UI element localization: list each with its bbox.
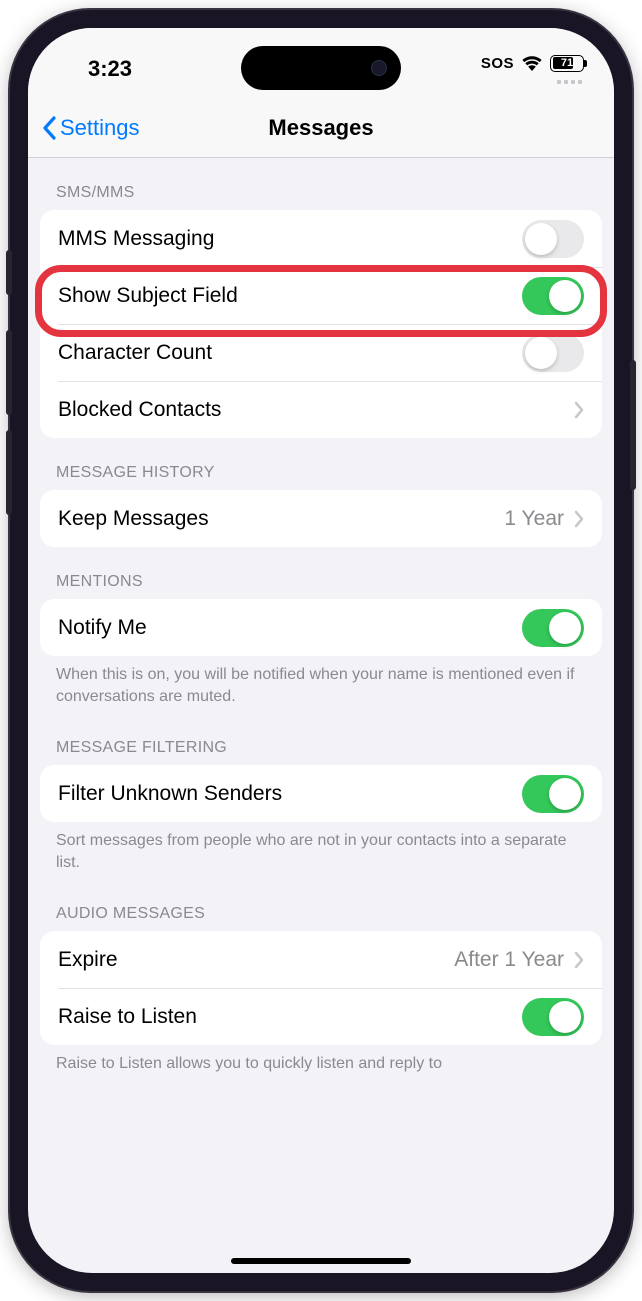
toggle-notify-me[interactable]	[522, 609, 584, 647]
list-sms: MMS Messaging Show Subject Field Charact…	[40, 210, 602, 438]
row-label: Keep Messages	[58, 507, 209, 531]
row-label: Notify Me	[58, 616, 147, 640]
toggle-character-count[interactable]	[522, 334, 584, 372]
dynamic-island	[241, 46, 401, 90]
row-raise-to-listen[interactable]: Raise to Listen	[40, 988, 602, 1045]
battery-icon: 71	[550, 55, 584, 72]
chevron-left-icon	[42, 116, 56, 140]
back-label: Settings	[60, 115, 140, 141]
sos-indicator: SOS	[481, 55, 514, 72]
list-filtering: Filter Unknown Senders	[40, 765, 602, 822]
home-indicator[interactable]	[231, 1258, 411, 1264]
row-label: Character Count	[58, 341, 212, 365]
volume-up-button	[6, 330, 12, 415]
battery-percent: 71	[561, 57, 573, 69]
mute-switch	[6, 250, 12, 295]
section-footer-audio: Raise to Listen allows you to quickly li…	[28, 1045, 614, 1081]
row-label: MMS Messaging	[58, 227, 214, 251]
section-header-audio: AUDIO MESSAGES	[28, 879, 614, 931]
section-header-mentions: MENTIONS	[28, 547, 614, 599]
section-header-history: MESSAGE HISTORY	[28, 438, 614, 490]
back-button[interactable]: Settings	[42, 115, 140, 141]
status-time: 3:23	[88, 56, 132, 82]
screen: 3:23 SOS 71	[28, 28, 614, 1273]
chevron-right-icon	[574, 401, 584, 419]
row-filter-unknown-senders[interactable]: Filter Unknown Senders	[40, 765, 602, 822]
row-keep-messages[interactable]: Keep Messages 1 Year	[40, 490, 602, 547]
section-footer-mentions: When this is on, you will be notified wh…	[28, 656, 614, 713]
row-character-count[interactable]: Character Count	[40, 324, 602, 381]
row-label: Show Subject Field	[58, 284, 238, 308]
section-header-filtering: MESSAGE FILTERING	[28, 713, 614, 765]
wifi-icon	[521, 55, 543, 71]
toggle-show-subject-field[interactable]	[522, 277, 584, 315]
row-show-subject-field[interactable]: Show Subject Field	[40, 267, 602, 324]
row-blocked-contacts[interactable]: Blocked Contacts	[40, 381, 602, 438]
row-mms-messaging[interactable]: MMS Messaging	[40, 210, 602, 267]
phone-frame: 3:23 SOS 71	[10, 10, 632, 1291]
row-label: Filter Unknown Senders	[58, 782, 282, 806]
row-label: Blocked Contacts	[58, 398, 221, 422]
list-mentions: Notify Me	[40, 599, 602, 656]
chevron-right-icon	[574, 951, 584, 969]
status-dots	[557, 80, 582, 84]
row-expire[interactable]: Expire After 1 Year	[40, 931, 602, 988]
section-footer-filtering: Sort messages from people who are not in…	[28, 822, 614, 879]
toggle-raise-to-listen[interactable]	[522, 998, 584, 1036]
section-header-sms: SMS/MMS	[28, 158, 614, 210]
list-audio: Expire After 1 Year Raise to Listen	[40, 931, 602, 1045]
toggle-filter-unknown[interactable]	[522, 775, 584, 813]
toggle-mms-messaging[interactable]	[522, 220, 584, 258]
row-value: 1 Year	[504, 507, 564, 531]
row-label: Raise to Listen	[58, 1005, 197, 1029]
nav-bar: Settings Messages	[28, 98, 614, 158]
settings-content[interactable]: SMS/MMS MMS Messaging Show Subject Field…	[28, 158, 614, 1273]
row-label: Expire	[58, 948, 118, 972]
volume-down-button	[6, 430, 12, 515]
chevron-right-icon	[574, 510, 584, 528]
power-button	[630, 360, 636, 490]
row-value: After 1 Year	[454, 948, 564, 972]
front-camera	[371, 60, 387, 76]
row-notify-me[interactable]: Notify Me	[40, 599, 602, 656]
page-title: Messages	[268, 115, 373, 141]
list-history: Keep Messages 1 Year	[40, 490, 602, 547]
